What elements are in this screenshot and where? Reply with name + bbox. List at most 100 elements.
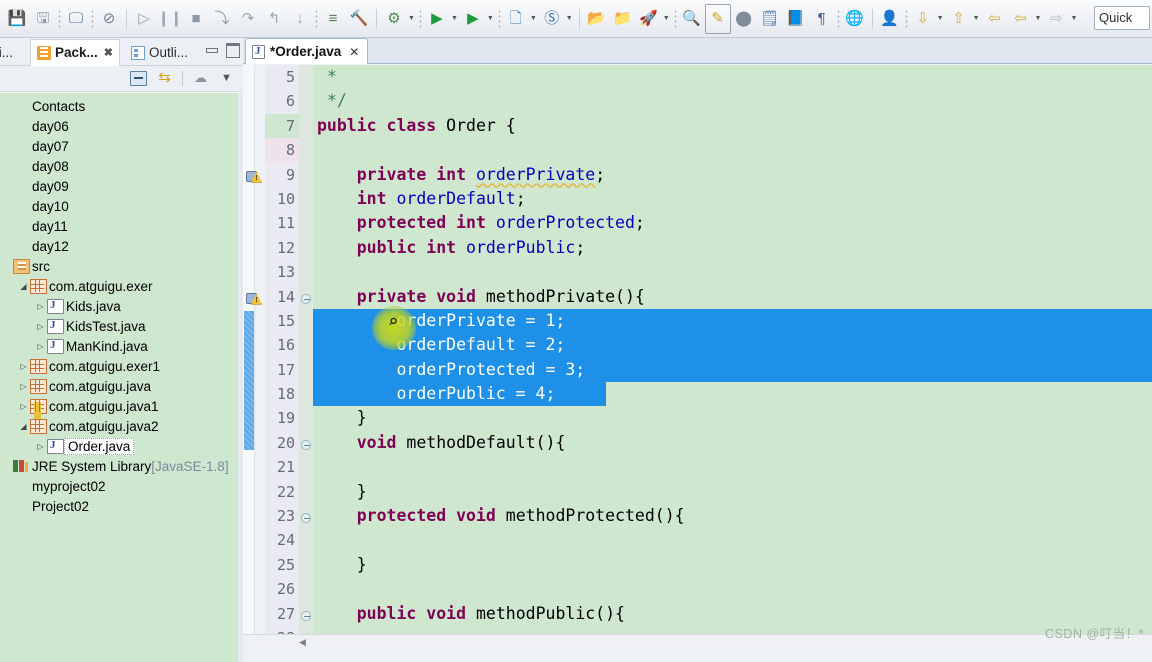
- previous-edit-icon[interactable]: ⇩: [910, 4, 936, 34]
- step-over-icon[interactable]: ↷: [235, 4, 261, 34]
- code-line[interactable]: protected void methodProtected(){: [313, 504, 1152, 528]
- code-line[interactable]: }: [313, 480, 1152, 504]
- tree-item[interactable]: com.atguigu.exer1: [0, 356, 238, 376]
- fold-toggle-icon[interactable]: [301, 513, 311, 524]
- code-line[interactable]: orderDefault = 2;: [313, 333, 1152, 358]
- chevron-right-icon[interactable]: [17, 382, 30, 391]
- code-line[interactable]: public class Order {: [313, 114, 1152, 138]
- run-icon[interactable]: ▶: [424, 4, 450, 34]
- project-tree[interactable]: Contacts day06 day07 day08 day09 day10 day11 da…: [0, 93, 238, 662]
- editor-tab-order-java[interactable]: *Order.java ✕: [245, 38, 369, 64]
- open-type-icon[interactable]: 📂: [584, 4, 610, 34]
- code-line[interactable]: *: [313, 65, 1152, 89]
- tree-item[interactable]: day07: [0, 136, 238, 156]
- code-line[interactable]: [313, 138, 1152, 162]
- chevron-right-icon[interactable]: [34, 342, 47, 351]
- book-icon[interactable]: 📘: [783, 4, 809, 34]
- code-line[interactable]: protected int orderProtected;: [313, 211, 1152, 235]
- collapse-all-icon[interactable]: [130, 71, 147, 86]
- code-line[interactable]: [313, 577, 1152, 601]
- editor-horizontal-scrollbar[interactable]: ◀: [243, 634, 1152, 648]
- build-icon[interactable]: 🔨: [346, 4, 372, 34]
- code-line[interactable]: orderProtected = 3;: [313, 357, 1152, 383]
- code-text-area[interactable]: * */ public class Order { private int ord…: [313, 65, 1152, 648]
- debug-icon[interactable]: ⚙: [381, 4, 407, 34]
- chevron-down-icon[interactable]: [17, 422, 30, 431]
- chevron-down-icon[interactable]: ▼: [451, 15, 458, 22]
- globe-icon[interactable]: 🌐: [842, 4, 868, 34]
- scroll-left-icon[interactable]: ◀: [299, 637, 306, 648]
- chevron-down-icon[interactable]: ▼: [1035, 15, 1042, 22]
- drop-to-frame-icon[interactable]: ↓: [287, 4, 313, 34]
- save-icon[interactable]: 💾: [4, 4, 30, 34]
- chevron-down-icon[interactable]: [17, 282, 30, 291]
- save-all-icon[interactable]: 🖫: [30, 4, 56, 34]
- open-perspective-icon[interactable]: 👤: [877, 4, 903, 34]
- suspend-icon[interactable]: ❙❙: [157, 4, 183, 34]
- new-annotation-icon[interactable]: Ⓢ: [539, 4, 565, 34]
- chevron-down-icon[interactable]: ▼: [973, 15, 980, 22]
- tree-item[interactable]: com.atguigu.java2: [0, 416, 238, 436]
- open-task-icon[interactable]: 📁: [610, 4, 636, 34]
- code-line[interactable]: }: [313, 406, 1152, 430]
- tree-item[interactable]: Order.java: [0, 436, 238, 456]
- close-icon[interactable]: ✕: [349, 45, 359, 59]
- new-console-icon[interactable]: 🖵: [63, 4, 89, 34]
- code-line[interactable]: int orderDefault;: [313, 187, 1152, 211]
- tree-item[interactable]: Kids.java: [0, 296, 238, 316]
- forward-arrow-icon[interactable]: ⇨: [1043, 4, 1069, 34]
- code-line[interactable]: public int orderPublic;: [313, 236, 1152, 260]
- tree-item[interactable]: day11: [0, 216, 238, 236]
- new-java-project-icon[interactable]: 🗋: [503, 4, 529, 34]
- chevron-right-icon[interactable]: [34, 442, 47, 451]
- focus-on-active-task-icon[interactable]: ☁: [192, 71, 209, 86]
- tree-item[interactable]: day06: [0, 116, 238, 136]
- maximize-button[interactable]: [226, 43, 240, 58]
- next-edit-icon[interactable]: ⇧: [946, 4, 972, 34]
- step-return-icon[interactable]: ↰: [261, 4, 287, 34]
- warning-marker-icon[interactable]: [246, 292, 261, 306]
- terminate-icon[interactable]: ■: [183, 4, 209, 34]
- next-annotation-icon[interactable]: 🗒: [757, 4, 783, 34]
- chevron-down-icon[interactable]: ▼: [530, 15, 537, 22]
- fold-toggle-icon[interactable]: [301, 440, 311, 450]
- code-line[interactable]: [313, 528, 1152, 552]
- tree-item[interactable]: JRE System Library [JavaSE-1.8]: [0, 456, 238, 476]
- run-coverage-icon[interactable]: ▶: [460, 4, 486, 34]
- launch-icon[interactable]: 🚀: [636, 4, 662, 34]
- chevron-right-icon[interactable]: [17, 362, 30, 371]
- code-line[interactable]: void methodDefault(){: [313, 431, 1152, 455]
- code-line[interactable]: orderPublic = 4;: [313, 382, 1152, 407]
- tree-item[interactable]: KidsTest.java: [0, 316, 238, 336]
- tree-item[interactable]: com.atguigu.java: [0, 376, 238, 396]
- tree-item[interactable]: Contacts: [0, 96, 238, 116]
- code-line[interactable]: orderPrivate = 1;: [313, 308, 1152, 334]
- fold-toggle-icon[interactable]: [301, 610, 311, 621]
- chevron-down-icon[interactable]: ▼: [566, 15, 573, 22]
- toggle-breadcrumb-icon[interactable]: ≡: [320, 4, 346, 34]
- resume-icon[interactable]: ▷: [131, 4, 157, 34]
- code-line[interactable]: }: [313, 553, 1152, 577]
- view-tab-problems[interactable]: vi...: [0, 39, 19, 66]
- chevron-right-icon[interactable]: [34, 302, 47, 311]
- quick-access-input[interactable]: Quick: [1094, 6, 1150, 30]
- close-icon[interactable]: ✖: [104, 46, 113, 59]
- chevron-down-icon[interactable]: ▼: [487, 15, 494, 22]
- code-line[interactable]: [313, 260, 1152, 284]
- code-line[interactable]: private void methodPrivate(){: [313, 285, 1152, 309]
- warning-marker-icon[interactable]: [246, 170, 261, 184]
- highlight-icon[interactable]: ✎: [704, 3, 731, 34]
- tree-item[interactable]: com.atguigu.exer: [0, 276, 238, 296]
- code-line[interactable]: public void methodPublic(){: [313, 602, 1152, 626]
- chevron-down-icon[interactable]: ▼: [1070, 15, 1077, 22]
- tree-item[interactable]: myproject02: [0, 476, 238, 496]
- chevron-right-icon[interactable]: [34, 322, 47, 331]
- folding-ruler[interactable]: [299, 65, 313, 648]
- link-icon[interactable]: ⬤: [731, 4, 757, 34]
- tree-item[interactable]: day08: [0, 156, 238, 176]
- link-with-editor-icon[interactable]: ⇆: [156, 70, 173, 86]
- search-icon[interactable]: 🔍: [679, 4, 705, 34]
- chevron-right-icon[interactable]: [17, 402, 30, 411]
- back-history-icon[interactable]: ⇦: [982, 4, 1008, 34]
- step-into-icon[interactable]: ⤵: [209, 4, 235, 34]
